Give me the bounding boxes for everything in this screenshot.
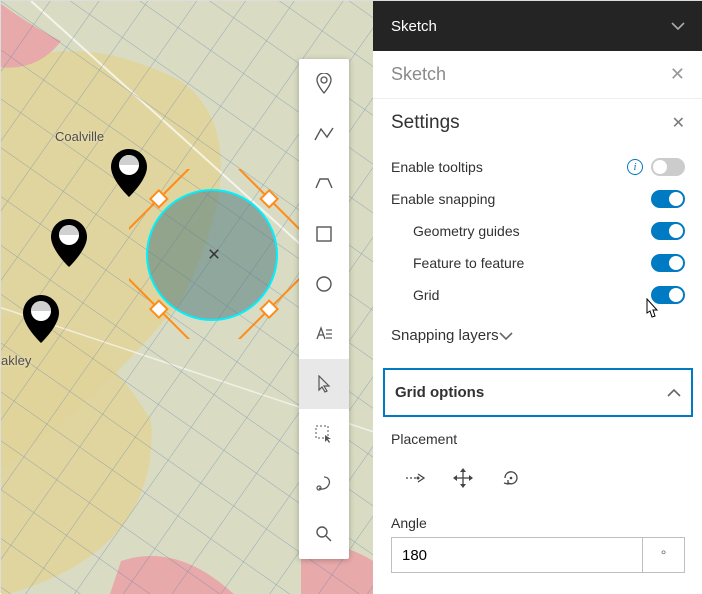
chevron-down-icon bbox=[499, 331, 513, 341]
rectangle-tool[interactable] bbox=[299, 209, 349, 259]
grid-snap-toggle[interactable] bbox=[651, 286, 685, 304]
geometry-guides-row: Geometry guides bbox=[373, 215, 702, 247]
close-icon[interactable]: ✕ bbox=[670, 64, 685, 85]
snapping-layers-section[interactable]: Snapping layers bbox=[373, 311, 702, 360]
chevron-up-icon bbox=[667, 388, 681, 398]
placement-move-button[interactable] bbox=[439, 461, 487, 495]
panel-title: Sketch bbox=[391, 18, 437, 35]
feature-to-feature-label: Feature to feature bbox=[413, 255, 524, 271]
origin-icon bbox=[404, 469, 426, 487]
panel-header[interactable]: Sketch bbox=[373, 1, 702, 51]
enable-tooltips-label: Enable tooltips bbox=[391, 159, 483, 175]
angle-unit: ° bbox=[643, 537, 685, 573]
panel-subheader: Sketch ✕ bbox=[373, 51, 702, 99]
snapping-layers-label: Snapping layers bbox=[391, 327, 499, 344]
circle-icon bbox=[315, 275, 333, 293]
enable-tooltips-row: Enable tooltips i bbox=[373, 151, 702, 183]
close-icon[interactable]: ✕ bbox=[672, 113, 685, 133]
undo-icon bbox=[315, 474, 333, 494]
placement-rotate-button[interactable] bbox=[487, 461, 535, 495]
info-icon[interactable]: i bbox=[627, 159, 643, 175]
grid-snap-row: Grid bbox=[373, 279, 702, 311]
enable-tooltips-toggle[interactable] bbox=[651, 158, 685, 176]
rotate-icon bbox=[501, 468, 521, 488]
point-icon bbox=[315, 73, 333, 95]
text-icon bbox=[315, 326, 333, 342]
grid-options-section[interactable]: Grid options bbox=[383, 368, 693, 417]
grid-options-label: Grid options bbox=[395, 384, 484, 401]
map-pin[interactable] bbox=[111, 149, 147, 197]
polyline-icon bbox=[314, 126, 334, 142]
sketch-tool-rail bbox=[299, 59, 349, 559]
circle-tool[interactable] bbox=[299, 259, 349, 309]
rectangle-icon bbox=[315, 225, 333, 243]
point-tool[interactable] bbox=[299, 59, 349, 109]
lasso-icon bbox=[315, 425, 333, 443]
geometry-guides-label: Geometry guides bbox=[413, 223, 520, 239]
placement-button-group bbox=[373, 457, 702, 499]
map-pin[interactable] bbox=[51, 219, 87, 267]
move-icon bbox=[453, 468, 473, 488]
settings-scroll[interactable]: Enable tooltips i Enable snapping Geomet… bbox=[373, 147, 702, 594]
polygon-icon bbox=[314, 176, 334, 192]
settings-title: Settings bbox=[391, 112, 460, 134]
geometry-guides-toggle[interactable] bbox=[651, 222, 685, 240]
angle-label: Angle bbox=[373, 499, 702, 537]
select-tool[interactable] bbox=[299, 359, 349, 409]
undo-tool[interactable] bbox=[299, 459, 349, 509]
placement-origin-button[interactable] bbox=[391, 461, 439, 495]
enable-snapping-row: Enable snapping bbox=[373, 183, 702, 215]
cursor-icon bbox=[317, 375, 331, 393]
polygon-tool[interactable] bbox=[299, 159, 349, 209]
feature-to-feature-row: Feature to feature bbox=[373, 247, 702, 279]
search-tool[interactable] bbox=[299, 509, 349, 559]
feature-to-feature-toggle[interactable] bbox=[651, 254, 685, 272]
sidebar-panel: Sketch Sketch ✕ Settings ✕ Enable toolti… bbox=[373, 1, 702, 594]
lasso-select-tool[interactable] bbox=[299, 409, 349, 459]
enable-snapping-toggle[interactable] bbox=[651, 190, 685, 208]
enable-snapping-label: Enable snapping bbox=[391, 191, 495, 207]
angle-input-row: ° bbox=[373, 537, 702, 573]
placement-label: Placement bbox=[373, 417, 702, 457]
text-tool[interactable] bbox=[299, 309, 349, 359]
polyline-tool[interactable] bbox=[299, 109, 349, 159]
search-icon bbox=[315, 525, 333, 543]
grid-snap-label: Grid bbox=[413, 287, 439, 303]
map-pin[interactable] bbox=[23, 295, 59, 343]
locality-label: akley bbox=[1, 353, 31, 368]
angle-input[interactable] bbox=[391, 537, 643, 573]
selection-box[interactable] bbox=[129, 169, 299, 339]
locality-label: Coalville bbox=[55, 129, 104, 144]
settings-header: Settings ✕ bbox=[373, 99, 702, 147]
panel-subtitle: Sketch bbox=[391, 64, 446, 85]
chevron-down-icon[interactable] bbox=[671, 18, 685, 35]
map-canvas[interactable]: Coalville akley bbox=[1, 1, 373, 594]
